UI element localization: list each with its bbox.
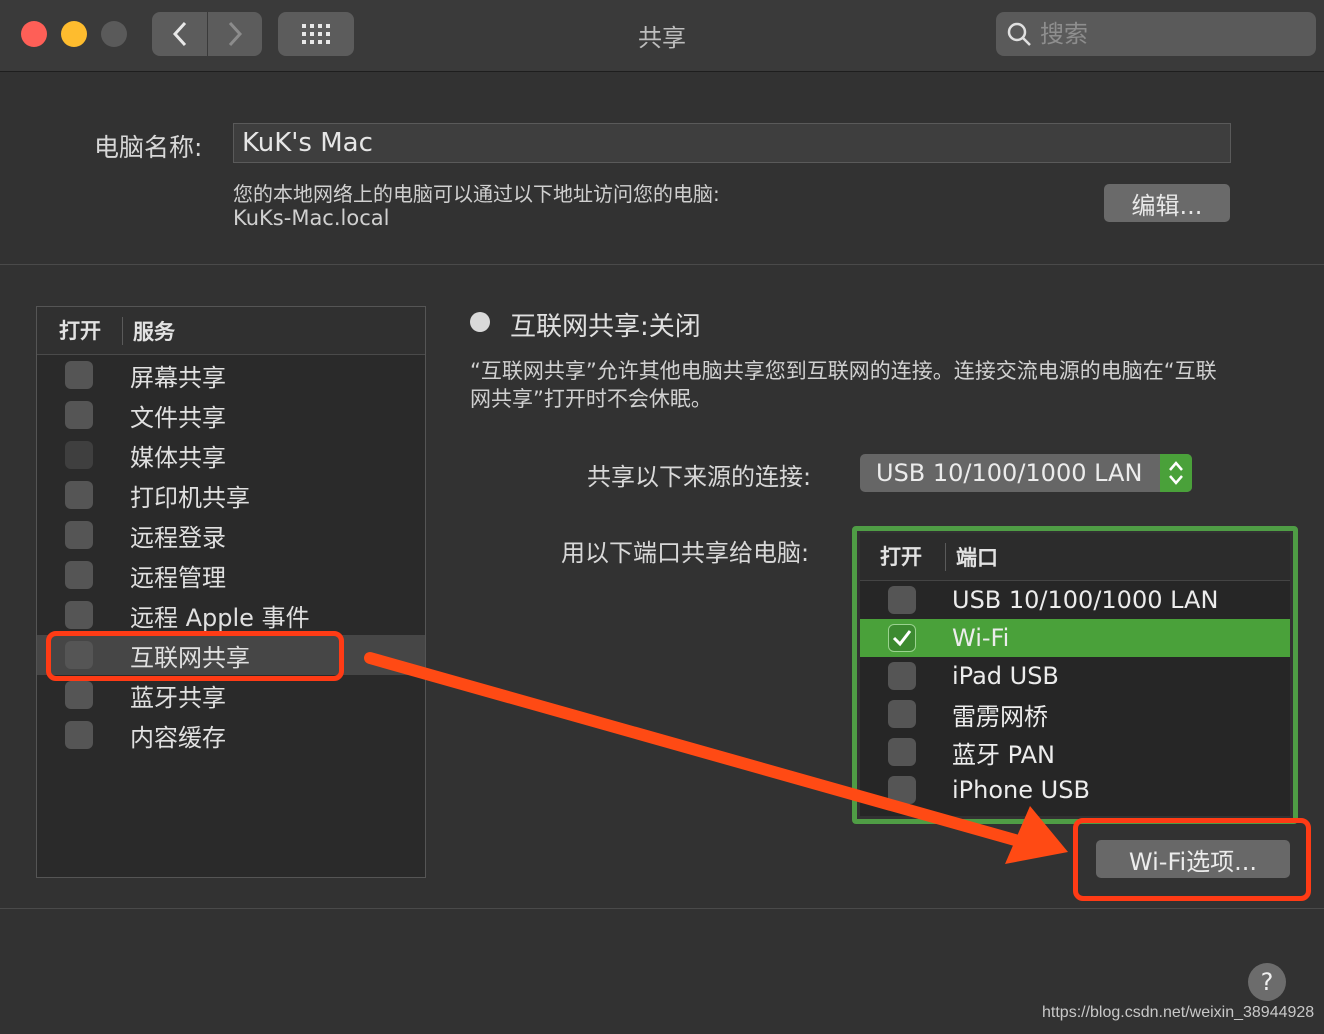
status-indicator — [470, 312, 490, 332]
address-description: 您的本地网络上的电脑可以通过以下地址访问您的电脑: — [233, 182, 720, 206]
service-checkbox[interactable] — [65, 521, 93, 549]
services-header: 打开 服务 — [37, 307, 425, 355]
service-row-bluetooth-sharing[interactable]: 蓝牙共享 — [37, 675, 425, 715]
up-down-chevron-icon — [1169, 461, 1183, 485]
service-checkbox[interactable] — [65, 481, 93, 509]
popup-arrows — [1160, 454, 1192, 492]
search-icon — [1007, 22, 1031, 46]
ports-label: 用以下端口共享给电脑: — [561, 539, 810, 567]
service-row-printer-sharing[interactable]: 打印机共享 — [37, 475, 425, 515]
service-checkbox[interactable] — [65, 721, 93, 749]
annotation-green-box — [852, 526, 1298, 824]
service-label: 打印机共享 — [130, 483, 250, 512]
service-label: 远程管理 — [130, 563, 226, 592]
title-bar: 共享 — [0, 0, 1324, 72]
service-row-remote-management[interactable]: 远程管理 — [37, 555, 425, 595]
local-address: KuKs-Mac.local — [233, 206, 390, 230]
service-checkbox[interactable] — [65, 401, 93, 429]
source-label: 共享以下来源的连接: — [587, 463, 812, 491]
service-label: 媒体共享 — [130, 443, 226, 472]
info-text: “互联网共享”允许其他电脑共享您到互联网的连接。连接交流电源的电脑在“互联 — [470, 359, 1217, 383]
service-row-content-caching[interactable]: 内容缓存 — [37, 715, 425, 755]
edit-button[interactable]: 编辑... — [1104, 184, 1230, 222]
annotation-red-box — [46, 631, 344, 681]
computer-name-input[interactable] — [233, 123, 1231, 163]
service-row-file-sharing[interactable]: 文件共享 — [37, 395, 425, 435]
service-label: 蓝牙共享 — [130, 683, 226, 712]
service-row-remote-login[interactable]: 远程登录 — [37, 515, 425, 555]
search-field[interactable] — [996, 12, 1316, 56]
annotation-red-box — [1073, 818, 1311, 901]
service-label: 远程登录 — [130, 523, 226, 552]
computer-name-label: 电脑名称: — [94, 133, 203, 162]
info-text-continued: 网共享”打开时不会休眠。 — [470, 387, 712, 411]
source-value: USB 10/100/1000 LAN — [876, 459, 1143, 487]
service-checkbox[interactable] — [65, 601, 93, 629]
header-service[interactable]: 服务 — [123, 316, 175, 346]
service-checkbox[interactable] — [65, 681, 93, 709]
service-checkbox[interactable] — [65, 441, 93, 469]
status-text: 互联网共享:关闭 — [510, 312, 701, 342]
source-popup[interactable]: USB 10/100/1000 LAN — [860, 454, 1192, 492]
service-row-media-sharing[interactable]: 媒体共享 — [37, 435, 425, 475]
service-row-screen-sharing[interactable]: 屏幕共享 — [37, 355, 425, 395]
service-label: 内容缓存 — [130, 723, 226, 752]
divider — [0, 908, 1324, 909]
service-label: 文件共享 — [130, 403, 226, 432]
header-open[interactable]: 打开 — [37, 316, 123, 345]
divider — [0, 264, 1324, 265]
service-checkbox[interactable] — [65, 361, 93, 389]
search-input[interactable] — [1040, 20, 1300, 48]
service-label: 屏幕共享 — [130, 363, 226, 392]
services-list: 打开 服务 屏幕共享 文件共享 媒体共享 打印机共享 远程登录 远程管理 远程 … — [36, 306, 426, 878]
service-label: 远程 Apple 事件 — [130, 603, 310, 632]
service-row-remote-apple-events[interactable]: 远程 Apple 事件 — [37, 595, 425, 635]
watermark: https://blog.csdn.net/weixin_38944928 — [1042, 1004, 1315, 1021]
help-button[interactable]: ? — [1248, 963, 1286, 1001]
service-checkbox[interactable] — [65, 561, 93, 589]
